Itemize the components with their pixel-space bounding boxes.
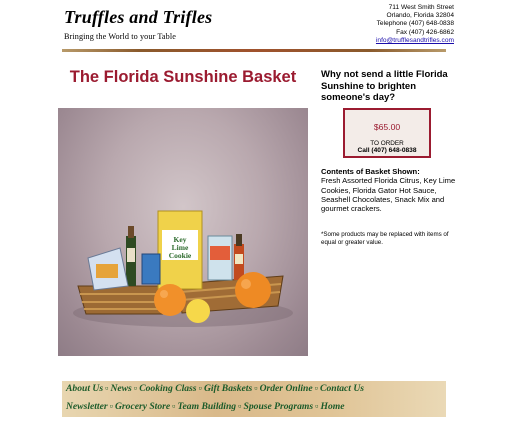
price: $65.00 <box>373 122 401 132</box>
nav-grocery-store[interactable]: Grocery Store <box>115 401 170 412</box>
nav-news[interactable]: News <box>110 383 131 394</box>
nav-separator: ▫ <box>315 401 319 412</box>
nav-about-us[interactable]: About Us <box>66 383 103 394</box>
nav-gift-baskets[interactable]: Gift Baskets <box>204 383 252 394</box>
nav-cooking-class[interactable]: Cooking Class <box>139 383 196 394</box>
page-title: The Florida Sunshine Basket <box>69 68 297 86</box>
svg-text:Cookie: Cookie <box>169 251 192 260</box>
footer-navigation: About Us ▫ News ▫ Cooking Class ▫ Gift Baskets… <box>62 381 446 417</box>
site-logo[interactable]: Truffles and Trifles Bringing the World … <box>64 7 214 43</box>
fax: Fax (407) 426-6862 <box>396 28 454 36</box>
nav-separator: ▫ <box>109 401 113 412</box>
basket-illustration: Key Lime Cookie <box>73 210 293 327</box>
nav-spouse-programs[interactable]: Spouse Programs <box>244 401 314 412</box>
basket-contents: Contents of Basket Shown: Fresh Assorted… <box>321 167 456 213</box>
basket-photo: Key Lime Cookie <box>58 108 308 356</box>
nav-team-building[interactable]: Team Building <box>178 401 237 412</box>
nav-row-2: Newsletter ▫ Grocery Store ▫ Team Building ▫ S… <box>66 401 344 412</box>
nav-separator: ▫ <box>198 383 202 394</box>
address-street: 711 West Smith Street <box>388 4 454 11</box>
nav-separator: ▫ <box>314 383 319 394</box>
nav-row-1: About Us ▫ News ▫ Cooking Class ▫ Gift Baskets… <box>66 383 364 394</box>
order-phone: Call (407) 648-0838 <box>357 147 417 154</box>
logo-title: Truffles and Trifles <box>64 7 213 27</box>
contact-address: 711 West Smith Street Orlando, Florida 3… <box>344 4 454 45</box>
logo-tagline: Bringing the World to your Table <box>64 32 176 41</box>
email-link[interactable]: info@trufflesandtrifles.com <box>376 37 454 44</box>
nav-home[interactable]: Home <box>321 401 345 412</box>
order-label: TO ORDER <box>370 140 404 147</box>
substitution-note: *Some products may be replaced with item… <box>321 231 449 246</box>
nav-separator: ▫ <box>254 383 258 394</box>
nav-separator: ▫ <box>172 401 176 412</box>
nav-separator: ▫ <box>238 401 242 412</box>
nav-newsletter[interactable]: Newsletter <box>66 401 108 412</box>
price-box[interactable]: $65.00 TO ORDER Call (407) 648-0838 <box>343 108 431 158</box>
address-city: Orlando, Florida 32804 <box>386 12 454 20</box>
telephone: Telephone (407) 648-0838 <box>376 20 454 28</box>
nav-contact-us[interactable]: Contact Us <box>320 383 364 394</box>
contents-title: Contents of Basket Shown: <box>321 167 420 176</box>
header-divider <box>62 49 446 52</box>
contents-body: Fresh Assorted Florida Citrus, Key Lime … <box>321 176 456 214</box>
nav-order-online[interactable]: Order Online <box>260 383 313 394</box>
pitch-text: Why not send a little Florida Sunshine t… <box>321 69 448 103</box>
